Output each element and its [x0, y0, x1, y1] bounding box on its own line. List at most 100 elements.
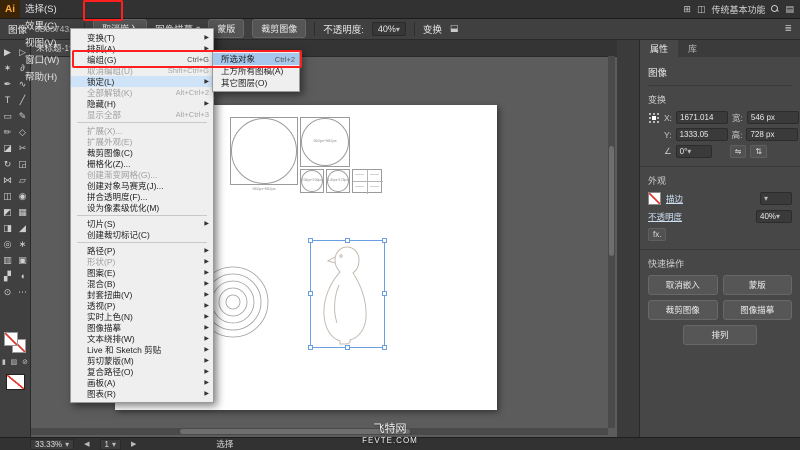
mesh-tool[interactable]: ▦: [16, 204, 30, 220]
column-graph-tool[interactable]: ▥: [1, 252, 15, 268]
eyedropper-tool[interactable]: ◢: [16, 220, 30, 236]
object-menu-item[interactable]: 隐藏(H) ▶: [71, 98, 213, 109]
share-icon[interactable]: ◫: [697, 4, 706, 15]
flip-vertical-button[interactable]: ⇅: [750, 145, 768, 158]
search-icon[interactable]: [771, 5, 779, 13]
flip-horizontal-button[interactable]: ⇋: [729, 145, 747, 158]
workspace-switcher[interactable]: 传统基本功能: [711, 3, 765, 16]
object-menu-item[interactable]: 全部解锁(K) Alt+Ctrl+2 ▶: [71, 87, 213, 98]
object-menu-item[interactable]: 拼合透明度(F)... ▶: [71, 191, 213, 202]
object-menu-item[interactable]: 显示全部 Alt+Ctrl+3 ▶: [71, 109, 213, 120]
object-menu-item[interactable]: 创建对象马赛克(J)... ▶: [71, 180, 213, 191]
color-mode-icon[interactable]: ▮: [2, 358, 6, 366]
pencil-tool[interactable]: ✏: [1, 124, 15, 140]
selection-tool[interactable]: ▶: [1, 44, 15, 60]
free-transform-tool[interactable]: ▱: [16, 172, 30, 188]
menu-effect[interactable]: 效果(C): [20, 18, 64, 35]
object-menu-item[interactable]: 剪切蒙版(M) ▶: [71, 355, 213, 366]
app-menu-icon[interactable]: ▤: [785, 4, 794, 15]
slice-tool[interactable]: ▞: [1, 268, 15, 284]
menu-help[interactable]: 帮助(H): [20, 69, 64, 86]
stroke-link[interactable]: 描边: [666, 193, 683, 205]
perspective-grid-tool[interactable]: ◩: [1, 204, 15, 220]
width-input[interactable]: 546 px: [746, 111, 799, 124]
paintbrush-tool[interactable]: ✎: [16, 108, 30, 124]
object-menu-item[interactable]: 扩展外观(E) ▶: [71, 136, 213, 147]
object-menu-item[interactable]: 扩展(X)... ▶: [71, 125, 213, 136]
selection-handle[interactable]: [308, 291, 313, 296]
object-menu-item[interactable]: 设为像素级优化(M) ▶: [71, 202, 213, 213]
selection-handle[interactable]: [308, 238, 313, 243]
lock-submenu-item[interactable]: 上方所有图稿(A) ▶: [213, 65, 299, 77]
object-menu-item[interactable]: Live 和 Sketch 剪贴 ▶: [71, 344, 213, 355]
quick-image-trace-button[interactable]: 图像描摹: [722, 300, 792, 320]
rectangle-tool[interactable]: ▭: [1, 108, 15, 124]
selection-handle[interactable]: [308, 345, 313, 350]
stroke-weight-stepper[interactable]: [760, 192, 792, 205]
zoom-tool[interactable]: ⊙: [1, 284, 15, 300]
scrollbar-thumb[interactable]: [609, 146, 614, 256]
symbol-sprayer-tool[interactable]: ∗: [16, 236, 30, 252]
scissors-tool[interactable]: ✂: [16, 140, 30, 156]
align-icons[interactable]: ⬓: [450, 23, 459, 34]
object-menu-item[interactable]: 实时上色(N) ▶: [71, 311, 213, 322]
object-menu-item[interactable]: 混合(B) ▶: [71, 278, 213, 289]
hand-tool[interactable]: ◖: [16, 268, 30, 284]
stroke-color-chip[interactable]: [648, 192, 661, 205]
gradient-tool[interactable]: ◨: [1, 220, 15, 236]
opacity-dropdown[interactable]: 40%: [371, 21, 406, 36]
tab-libraries[interactable]: 库: [678, 40, 707, 57]
crop-image-button[interactable]: 裁剪图像: [252, 19, 307, 38]
magic-wand-tool[interactable]: ✶: [1, 60, 15, 76]
object-menu-item[interactable]: 图案(E) ▶: [71, 267, 213, 278]
object-menu-item[interactable]: 取消编组(U) Shift+Ctrl+G ▶: [71, 65, 213, 76]
blend-tool[interactable]: ◎: [1, 236, 15, 252]
object-menu-item[interactable]: 切片(S) ▶: [71, 218, 213, 229]
none-color-swatch[interactable]: [6, 374, 25, 390]
live-paint-bucket-tool[interactable]: ◉: [16, 188, 30, 204]
control-panel-menu-icon[interactable]: ≣: [784, 23, 792, 34]
menu-window[interactable]: 窗口(W): [20, 52, 64, 69]
artboard-tool[interactable]: ▣: [16, 252, 30, 268]
gradient-mode-icon[interactable]: ▨: [11, 358, 18, 366]
illustrator-logo[interactable]: Ai: [0, 0, 20, 18]
effects-button[interactable]: fx.: [648, 228, 667, 241]
object-menu-item[interactable]: 图表(R) ▶: [71, 388, 213, 399]
quick-arrange-button[interactable]: 排列: [683, 325, 757, 345]
eraser-tool[interactable]: ◪: [1, 140, 15, 156]
selection-handle[interactable]: [382, 291, 387, 296]
zoom-level-select[interactable]: 33.33%: [30, 438, 75, 450]
vertical-scrollbar[interactable]: [608, 56, 615, 428]
selection-handle[interactable]: [382, 238, 387, 243]
template-big-circle[interactable]: [231, 118, 297, 184]
object-menu-item[interactable]: 复合路径(O) ▶: [71, 366, 213, 377]
quick-unembed-button[interactable]: 取消嵌入: [648, 275, 718, 295]
object-menu-item[interactable]: 裁剪图像(C) ▶: [71, 147, 213, 158]
object-menu-item[interactable]: 创建裁切标记(C) ▶: [71, 229, 213, 240]
selection-handle[interactable]: [382, 345, 387, 350]
selected-image-bounding-box[interactable]: [308, 238, 387, 350]
quick-crop-button[interactable]: 裁剪图像: [648, 300, 718, 320]
object-menu-item[interactable]: 画板(A) ▶: [71, 377, 213, 388]
shaper-tool[interactable]: ◇: [16, 124, 30, 140]
fill-stroke-indicator[interactable]: [4, 332, 26, 353]
artboard-number-select[interactable]: 1: [99, 438, 122, 450]
rotate-select[interactable]: 0°: [675, 145, 712, 158]
scale-tool[interactable]: ◲: [16, 156, 30, 172]
previous-artboard-icon[interactable]: ◀: [84, 440, 89, 448]
width-tool[interactable]: ⋈: [1, 172, 15, 188]
menu-view[interactable]: 视图(V): [20, 35, 64, 52]
object-menu-item[interactable]: 透视(P) ▶: [71, 300, 213, 311]
selection-handle[interactable]: [345, 345, 350, 350]
object-menu-item[interactable]: 栅格化(Z)... ▶: [71, 158, 213, 169]
menu-select[interactable]: 选择(S): [20, 1, 64, 18]
quick-mask-button[interactable]: 蒙版: [722, 275, 792, 295]
object-menu-item[interactable]: 编组(G) Ctrl+G ▶: [71, 54, 213, 65]
x-input[interactable]: 1671.014: [676, 111, 729, 124]
type-tool[interactable]: T: [1, 92, 15, 108]
object-menu-item[interactable]: 形状(P) ▶: [71, 256, 213, 267]
horizontal-scrollbar[interactable]: [30, 428, 608, 435]
object-menu-item[interactable]: 路径(P) ▶: [71, 245, 213, 256]
edit-toolbar-button[interactable]: ⋯: [16, 284, 30, 300]
object-menu-item[interactable]: 文本绕排(W) ▶: [71, 333, 213, 344]
